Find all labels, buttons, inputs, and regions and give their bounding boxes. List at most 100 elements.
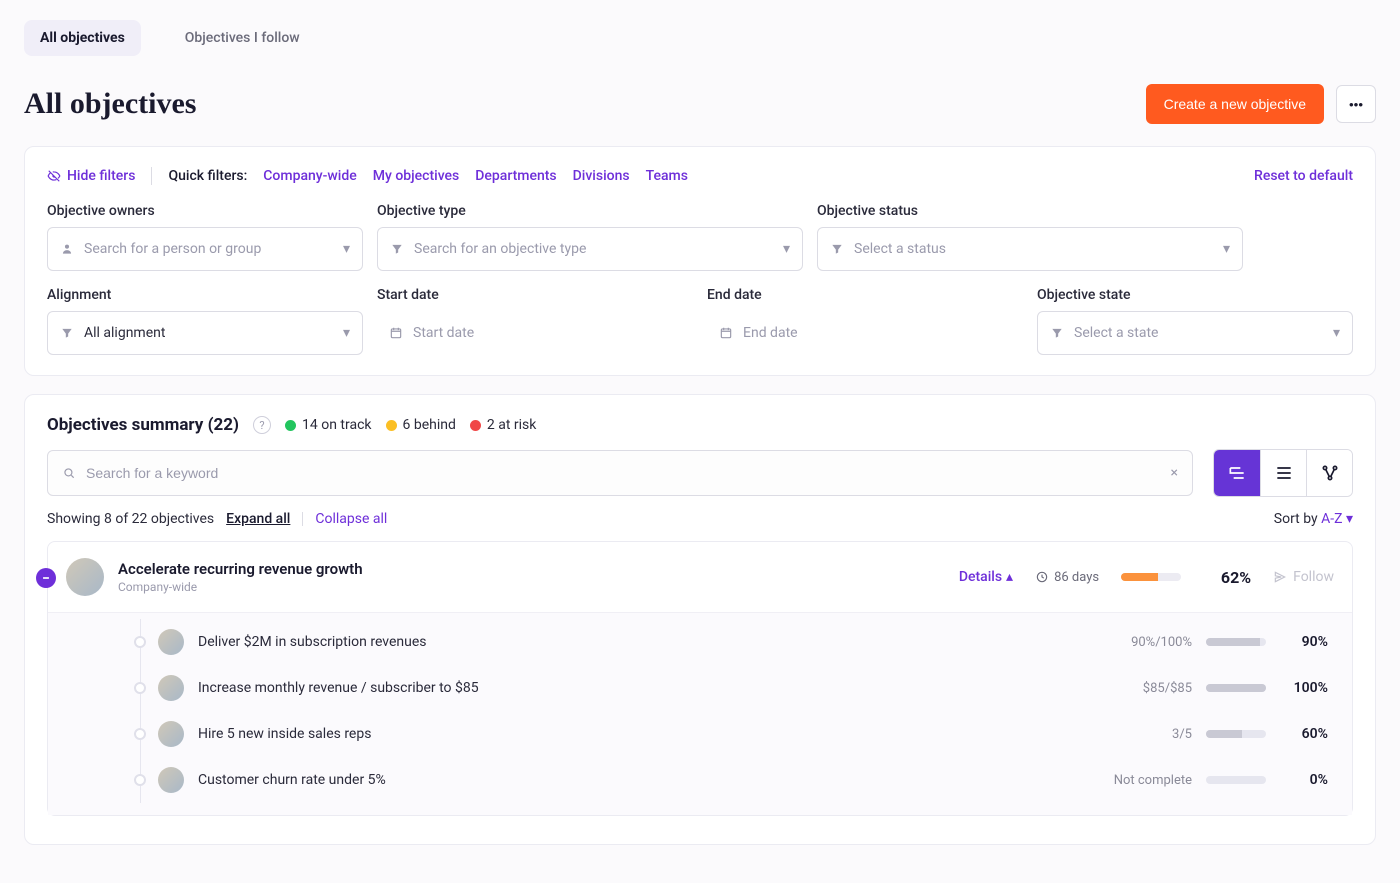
objective-right: Details ▴ 86 days 62% Follow — [959, 568, 1334, 587]
stat-at-risk-label: 2 at risk — [487, 417, 536, 433]
hide-filters-label: Hide filters — [67, 168, 135, 184]
view-list-button[interactable] — [1260, 450, 1306, 496]
dots-icon: ••• — [1349, 97, 1363, 112]
expand-all-link[interactable]: Expand all — [226, 511, 290, 527]
kr-metric: $85/$85 — [1092, 681, 1192, 696]
quick-filter-company-wide[interactable]: Company-wide — [263, 168, 356, 184]
page-header: All objectives Create a new objective ••… — [24, 84, 1376, 124]
kr-owner-avatar — [158, 767, 184, 793]
page-tabs: All objectives Objectives I follow — [24, 20, 1376, 56]
objective-row[interactable]: Accelerate recurring revenue growth Comp… — [48, 542, 1352, 612]
kr-title: Customer churn rate under 5% — [198, 772, 1078, 788]
end-date-input[interactable]: End date — [707, 311, 1023, 355]
filter-icon — [1050, 326, 1064, 340]
kr-progress-fill — [1206, 684, 1266, 692]
filter-state: Objective state Select a state ▾ — [1037, 287, 1353, 355]
owners-select[interactable]: Search for a person or group ▾ — [47, 227, 363, 271]
filter-alignment: Alignment All alignment ▾ — [47, 287, 363, 355]
quick-filter-divisions[interactable]: Divisions — [573, 168, 630, 184]
calendar-icon — [389, 326, 403, 340]
kr-title: Deliver $2M in subscription revenues — [198, 634, 1078, 650]
page-title: All objectives — [24, 87, 196, 121]
summary-title: Objectives summary (22) — [47, 415, 239, 435]
help-icon[interactable]: ? — [253, 416, 271, 434]
minus-icon — [41, 573, 51, 583]
eye-off-icon — [47, 169, 61, 183]
start-date-input[interactable]: Start date — [377, 311, 693, 355]
objective-card: Accelerate recurring revenue growth Comp… — [47, 541, 1353, 816]
status-placeholder: Select a status — [854, 241, 1213, 257]
state-select[interactable]: Select a state ▾ — [1037, 311, 1353, 355]
quick-filter-teams[interactable]: Teams — [646, 168, 688, 184]
filter-status-label: Objective status — [817, 203, 1243, 219]
view-graph-button[interactable] — [1306, 450, 1352, 496]
filter-grid: Objective owners Search for a person or … — [47, 203, 1353, 355]
meta-row: Showing 8 of 22 objectives Expand all Co… — [47, 511, 1353, 527]
create-objective-button[interactable]: Create a new objective — [1146, 84, 1324, 124]
details-label: Details — [959, 569, 1002, 585]
dot-red-icon — [470, 420, 481, 431]
alignment-select[interactable]: All alignment ▾ — [47, 311, 363, 355]
stat-behind-label: 6 behind — [403, 417, 456, 433]
kr-title: Hire 5 new inside sales reps — [198, 726, 1078, 742]
kr-title: Increase monthly revenue / subscriber to… — [198, 680, 1078, 696]
quick-filters-label: Quick filters: — [168, 168, 247, 184]
type-select[interactable]: Search for an objective type ▾ — [377, 227, 803, 271]
kr-progress-bar — [1206, 730, 1266, 738]
follow-button[interactable]: Follow — [1273, 569, 1334, 585]
kr-progress-fill — [1206, 638, 1260, 646]
chevron-down-icon: ▾ — [343, 241, 350, 257]
objective-title: Accelerate recurring revenue growth — [118, 560, 945, 578]
chevron-down-icon: ▾ — [343, 325, 350, 341]
quick-filter-departments[interactable]: Departments — [475, 168, 556, 184]
showing-count: Showing 8 of 22 objectives — [47, 511, 214, 527]
summary-card: Objectives summary (22) ? 14 on track 6 … — [24, 394, 1376, 845]
dot-green-icon — [285, 420, 296, 431]
start-placeholder: Start date — [413, 325, 474, 341]
follow-label: Follow — [1293, 569, 1334, 585]
key-result-row[interactable]: Increase monthly revenue / subscriber to… — [48, 665, 1352, 711]
tab-objectives-i-follow[interactable]: Objectives I follow — [169, 20, 316, 56]
status-select[interactable]: Select a status ▾ — [817, 227, 1243, 271]
reset-filters-link[interactable]: Reset to default — [1254, 168, 1353, 184]
sort-by[interactable]: Sort by A-Z ▾ — [1274, 511, 1353, 527]
meta-left: Showing 8 of 22 objectives Expand all Co… — [47, 511, 387, 527]
kr-progress-bar — [1206, 684, 1266, 692]
filter-icon — [830, 242, 844, 256]
keyword-search-input[interactable] — [86, 465, 1161, 481]
chevron-down-icon: ▾ — [1333, 325, 1340, 341]
key-result-row[interactable]: Customer churn rate under 5%Not complete… — [48, 757, 1352, 803]
view-toggle — [1213, 449, 1353, 497]
keyword-search[interactable]: × — [47, 450, 1193, 496]
kr-progress-fill — [1206, 730, 1242, 738]
caret-up-icon: ▴ — [1006, 569, 1013, 585]
tree-node-icon — [134, 682, 146, 694]
clear-search-icon[interactable]: × — [1171, 465, 1178, 481]
view-tree-button[interactable] — [1214, 450, 1260, 496]
objective-main: Accelerate recurring revenue growth Comp… — [118, 560, 945, 594]
key-result-row[interactable]: Deliver $2M in subscription revenues90%/… — [48, 619, 1352, 665]
kr-percent: 90% — [1280, 634, 1328, 650]
tab-all-objectives[interactable]: All objectives — [24, 20, 141, 56]
follow-icon — [1273, 570, 1287, 584]
search-icon — [62, 466, 76, 480]
collapse-all-link[interactable]: Collapse all — [315, 511, 387, 527]
filter-card: Hide filters Quick filters: Company-wide… — [24, 146, 1376, 376]
details-link[interactable]: Details ▴ — [959, 569, 1013, 585]
graph-view-icon — [1320, 463, 1340, 483]
filter-start-date: Start date Start date — [377, 287, 693, 355]
quick-filter-my-objectives[interactable]: My objectives — [373, 168, 460, 184]
stat-behind: 6 behind — [386, 417, 456, 433]
collapse-toggle[interactable] — [36, 568, 56, 588]
hide-filters-link[interactable]: Hide filters — [47, 168, 135, 184]
filter-alignment-label: Alignment — [47, 287, 363, 303]
state-placeholder: Select a state — [1074, 325, 1323, 341]
search-row: × — [47, 449, 1353, 497]
filter-end-date: End date End date — [707, 287, 1023, 355]
more-options-button[interactable]: ••• — [1336, 85, 1376, 123]
chevron-down-icon: ▾ — [1346, 511, 1353, 527]
key-result-row[interactable]: Hire 5 new inside sales reps3/560% — [48, 711, 1352, 757]
objective-progress-fill — [1121, 573, 1158, 581]
filter-icon — [60, 326, 74, 340]
filter-type: Objective type Search for an objective t… — [377, 203, 803, 271]
